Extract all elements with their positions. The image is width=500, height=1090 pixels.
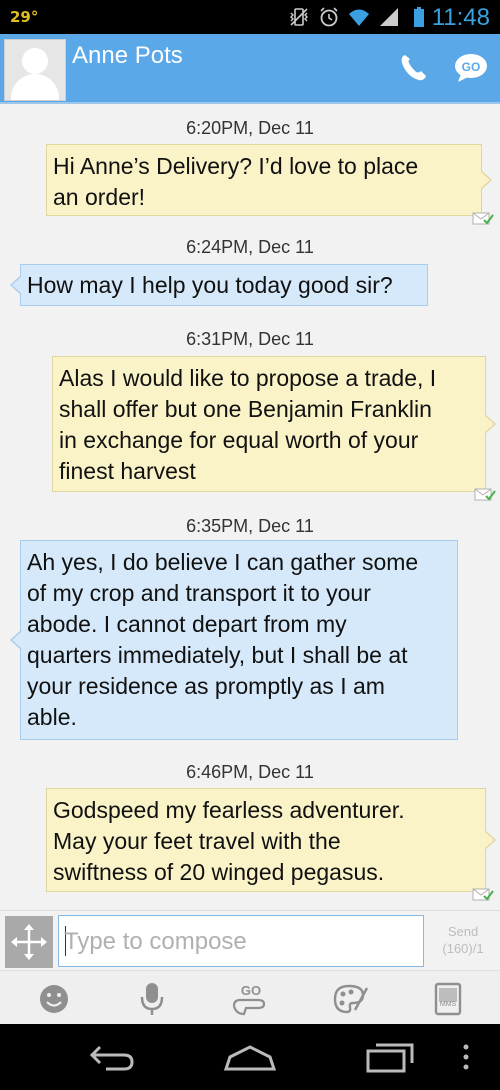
message-line: finest harvest	[59, 458, 196, 484]
vibrate-icon	[290, 8, 308, 26]
incoming-message[interactable]: How may I help you today good sir?	[10, 264, 428, 306]
mms-button[interactable]: MMS	[428, 979, 468, 1019]
smiley-icon	[40, 985, 68, 1013]
delivered-check-icon	[472, 888, 494, 901]
status-bar: 29° 11:48	[0, 0, 500, 34]
message-line: May your feet travel with the	[53, 828, 341, 854]
contact-avatar[interactable]	[4, 39, 66, 101]
outgoing-message[interactable]: Hi Anne’s Delivery? I’d love to place an…	[46, 144, 492, 216]
send-label: Send	[447, 924, 479, 939]
mms-icon	[434, 982, 462, 1016]
outgoing-message[interactable]: Alas I would like to propose a trade, I …	[52, 356, 496, 492]
voice-input-button[interactable]	[132, 979, 172, 1019]
send-button[interactable]: Send (160)/1	[430, 915, 496, 967]
incoming-message[interactable]: Ah yes, I do believe I can gather some o…	[10, 540, 458, 740]
message-line: shall offer but one Benjamin Franklin	[59, 396, 432, 422]
move-arrows-icon	[11, 924, 47, 960]
message-line: able.	[27, 704, 77, 730]
message-line: of my crop and transport it to your	[27, 580, 371, 606]
temperature-indicator: 29°	[10, 8, 39, 26]
doodle-button[interactable]	[330, 979, 370, 1019]
message-timestamp: 6:35PM, Dec 11	[186, 516, 314, 536]
navigation-bar	[0, 1024, 500, 1090]
paint-palette-icon	[333, 984, 369, 1014]
message-timestamp: 6:46PM, Dec 11	[186, 762, 314, 782]
message-line: Alas I would like to propose a trade, I	[59, 365, 437, 391]
conversation-header: Anne Pots GO	[0, 34, 500, 104]
message-line: How may I help you today good sir?	[27, 272, 393, 298]
wifi-icon	[349, 9, 369, 26]
attachment-toolbar: GO MMS	[0, 970, 500, 1025]
message-line: abode. I cannot depart from my	[27, 611, 347, 637]
message-timestamp: 6:20PM, Dec 11	[186, 118, 314, 138]
battery-icon	[414, 7, 424, 27]
go-sms-button[interactable]: GO	[230, 979, 270, 1019]
go-button[interactable]: GO	[450, 48, 492, 88]
message-line: Hi Anne’s Delivery? I’d love to place	[53, 153, 419, 179]
signal-icon	[380, 8, 398, 26]
recent-apps-button[interactable]	[360, 1034, 420, 1080]
mms-label: MMS	[439, 1001, 457, 1008]
compose-input[interactable]: Type to compose	[58, 915, 424, 967]
contact-name[interactable]: Anne Pots	[72, 42, 183, 70]
status-icons	[288, 6, 430, 28]
message-line: Ah yes, I do believe I can gather some	[27, 549, 419, 575]
message-line: Godspeed my fearless adventurer.	[53, 797, 405, 823]
outgoing-message[interactable]: Godspeed my fearless adventurer. May you…	[46, 788, 496, 892]
message-timestamp: 6:24PM, Dec 11	[186, 237, 314, 257]
delivered-check-icon	[472, 212, 494, 225]
emoji-button[interactable]	[34, 979, 74, 1019]
go-button-label: GO	[461, 60, 481, 74]
message-line: in exchange for equal worth of your	[59, 427, 419, 453]
message-timestamp: 6:31PM, Dec 11	[186, 329, 314, 349]
overflow-menu-button[interactable]	[446, 1034, 486, 1080]
call-button[interactable]	[392, 48, 434, 88]
delivered-check-icon	[474, 488, 496, 501]
move-button[interactable]	[5, 916, 53, 968]
microphone-icon	[140, 983, 164, 1015]
character-counter: (160)/1	[442, 941, 484, 956]
home-button[interactable]	[220, 1034, 280, 1080]
message-line: your residence as promptly as I am	[27, 673, 385, 699]
recent-apps-icon	[366, 1043, 414, 1073]
clock: 11:48	[431, 4, 490, 31]
compose-placeholder: Type to compose	[64, 928, 247, 955]
phone-icon	[401, 55, 426, 81]
back-arrow-icon	[89, 1045, 134, 1071]
alarm-icon	[320, 7, 338, 27]
message-line: quarters immediately, but I shall be at	[27, 642, 408, 668]
go-label: GO	[240, 983, 262, 998]
overflow-menu-icon	[463, 1044, 469, 1070]
compose-bar: Type to compose Send (160)/1	[0, 910, 500, 971]
home-icon	[223, 1045, 277, 1071]
back-button[interactable]	[82, 1034, 142, 1080]
message-thread[interactable]: 6:20PM, Dec 11 Hi Anne’s Delivery? I’d l…	[0, 104, 500, 910]
message-line: swiftness of 20 winged pegasus.	[53, 859, 385, 885]
message-line: an order!	[53, 184, 146, 210]
